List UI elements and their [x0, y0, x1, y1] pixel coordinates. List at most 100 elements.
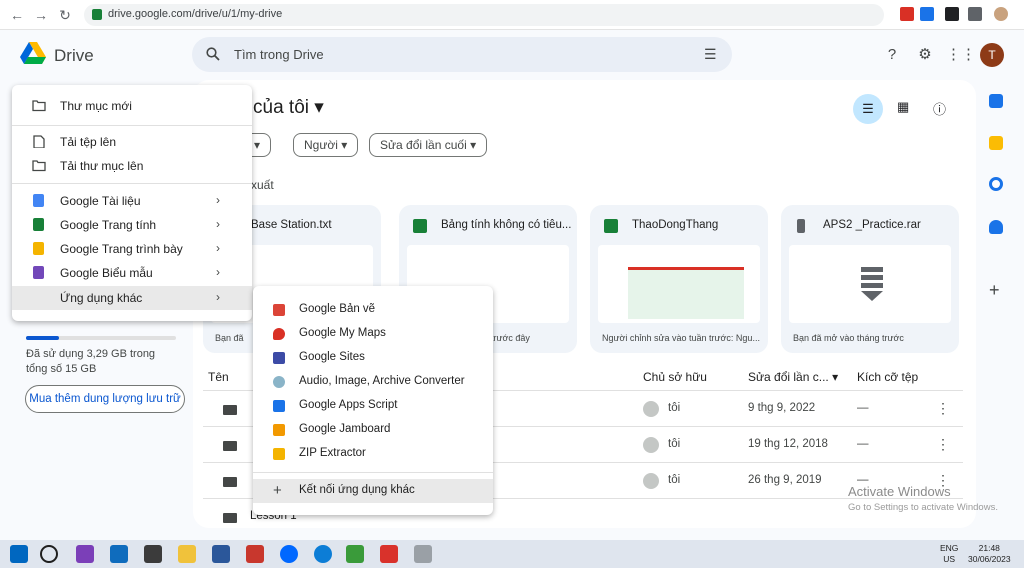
address-bar[interactable]: drive.google.com/drive/u/1/my-drive — [84, 4, 884, 26]
owner-cell: tôi — [668, 402, 681, 414]
submenu-item-jamboard[interactable]: Google Jamboard — [253, 418, 493, 442]
calendar-icon[interactable] — [989, 94, 1003, 108]
file-card[interactable]: APS2 _Practice.rar Bạn đã mở vào tháng t… — [781, 205, 959, 353]
more-actions-icon[interactable]: ⋮ — [936, 436, 950, 453]
menu-item-slides[interactable]: Google Trang trình bày › — [12, 237, 252, 261]
avatar[interactable]: T — [980, 43, 1004, 67]
submenu-divider — [253, 472, 493, 473]
search-icon[interactable] — [206, 47, 220, 61]
people-filter-chip[interactable]: Người ▾ — [293, 133, 359, 157]
modified-filter-chip[interactable]: Sửa đổi lần cuối ▾ — [369, 133, 488, 157]
edge-icon[interactable] — [314, 545, 332, 563]
owner-cell: tôi — [668, 474, 681, 486]
owner-avatar — [643, 437, 659, 453]
size-cell: — — [857, 402, 869, 414]
apps-grid-icon[interactable]: ⋮⋮ — [946, 45, 976, 65]
search-options-icon[interactable]: ☰ — [704, 46, 717, 63]
help-icon[interactable]: ? — [882, 45, 902, 65]
submenu-item-label: Google My Maps — [299, 327, 386, 339]
menu-item-more-apps[interactable]: Ứng dụng khác › — [12, 286, 252, 310]
upload-file-icon — [33, 135, 45, 148]
submenu-item-my-maps[interactable]: Google My Maps — [253, 322, 493, 346]
menu-item-label: Thư mục mới — [60, 99, 132, 113]
chevron-right-icon: › — [216, 217, 220, 231]
keep-icon[interactable] — [989, 136, 1003, 150]
app-title[interactable]: Drive — [54, 46, 94, 66]
reload-icon[interactable]: ↻ — [56, 6, 74, 24]
zalo-icon[interactable] — [280, 545, 298, 563]
buy-storage-button[interactable]: Mua thêm dung lượng lưu trữ — [25, 385, 185, 413]
more-actions-icon[interactable]: ⋮ — [936, 400, 950, 417]
extensions-icon[interactable] — [968, 7, 982, 21]
submenu-item-label: Google Bản vẽ — [299, 303, 376, 315]
file-explorer-icon[interactable] — [178, 545, 196, 563]
submenu-item-sites[interactable]: Google Sites — [253, 346, 493, 370]
clock[interactable]: 21:48 30/06/2023 — [968, 543, 1011, 565]
menu-item-forms[interactable]: Google Biểu mẫu › — [12, 261, 252, 285]
menu-item-upload-folder[interactable]: Tải thư mục lên — [12, 154, 252, 178]
archive-download-icon — [861, 267, 883, 301]
col-name-header[interactable]: Tên — [208, 370, 229, 384]
menu-item-new-folder[interactable]: Thư mục mới — [12, 94, 252, 118]
mail-icon[interactable] — [110, 545, 128, 563]
docs-icon — [33, 194, 44, 207]
tasks-icon[interactable] — [989, 177, 1003, 191]
page-title[interactable]: của tôi ▾ — [253, 96, 324, 119]
activate-windows-subtitle: Go to Settings to activate Windows. — [848, 502, 998, 513]
extension-icon[interactable] — [945, 7, 959, 21]
card-title: APS2 _Practice.rar — [823, 219, 921, 231]
owner-cell: tôi — [668, 438, 681, 450]
submenu-item-zip-extractor[interactable]: ZIP Extractor — [253, 442, 493, 466]
menu-item-sheets[interactable]: Google Trang tính › — [12, 213, 252, 237]
search-box[interactable]: Tìm trong Drive ☰ — [192, 37, 732, 72]
app-icon[interactable] — [414, 545, 432, 563]
app-icon[interactable] — [246, 545, 264, 563]
menu-item-docs[interactable]: Google Tài liệu › — [12, 189, 252, 213]
shared-folder-icon — [223, 513, 237, 523]
start-icon[interactable] — [10, 545, 28, 563]
settings-icon[interactable]: ⚙ — [915, 45, 935, 65]
chevron-right-icon: › — [216, 193, 220, 207]
file-card[interactable]: ThaoDongThang Người chỉnh sửa vào tuần t… — [590, 205, 768, 353]
more-apps-submenu: Google Bản vẽ Google My Maps Google Site… — [253, 286, 493, 515]
back-icon[interactable]: ← — [8, 6, 26, 24]
search-icon[interactable] — [40, 545, 58, 563]
submenu-item-converter[interactable]: Audio, Image, Archive Converter — [253, 370, 493, 394]
col-size-header[interactable]: Kích cỡ tệp — [857, 370, 918, 384]
drive-logo-icon[interactable] — [20, 42, 46, 66]
submenu-item-label: Google Apps Script — [299, 399, 398, 411]
storage-meter-fill — [26, 336, 59, 340]
visual-studio-icon[interactable] — [76, 545, 94, 563]
extension-icon[interactable] — [920, 7, 934, 21]
search-input[interactable]: Tìm trong Drive — [234, 47, 324, 62]
url-text: drive.google.com/drive/u/1/my-drive — [108, 8, 283, 20]
plus-icon: + — [273, 482, 282, 499]
add-apps-icon[interactable]: + — [989, 280, 1000, 301]
card-footer: Người chỉnh sửa vào tuần trước: Ngu... — [602, 333, 760, 343]
menu-item-upload-file[interactable]: Tải tệp lên — [12, 130, 252, 154]
extension-icon[interactable] — [900, 7, 914, 21]
profile-icon[interactable] — [994, 7, 1008, 21]
folder-icon — [223, 441, 237, 451]
grid-view-icon[interactable]: ▦ — [897, 99, 909, 115]
app-icon[interactable] — [380, 545, 398, 563]
contacts-icon[interactable] — [989, 220, 1003, 234]
app-icon[interactable] — [144, 545, 162, 563]
sheets-icon — [604, 219, 618, 233]
col-owner-header[interactable]: Chủ sở hữu — [643, 370, 707, 384]
modified-cell: 26 thg 9, 2019 — [748, 474, 822, 486]
language-indicator[interactable]: ENG US — [940, 543, 958, 565]
forward-icon[interactable]: → — [32, 6, 50, 24]
menu-item-label: Tải thư mục lên — [60, 159, 144, 173]
info-icon[interactable]: ⓘ — [933, 99, 946, 118]
submenu-item-label: ZIP Extractor — [299, 447, 366, 459]
submenu-item-drawings[interactable]: Google Bản vẽ — [253, 298, 493, 322]
calendar-app-icon[interactable] — [212, 545, 230, 563]
chrome-icon[interactable] — [346, 545, 364, 563]
col-modified-header[interactable]: Sửa đổi lần c... ▾ — [748, 370, 838, 384]
submenu-item-apps-script[interactable]: Google Apps Script — [253, 394, 493, 418]
site-info-icon[interactable] — [92, 9, 102, 20]
owner-avatar — [643, 473, 659, 489]
filter-icon[interactable]: ☰ — [853, 94, 883, 124]
submenu-item-connect-more-apps[interactable]: + Kết nối ứng dụng khác — [253, 479, 493, 503]
